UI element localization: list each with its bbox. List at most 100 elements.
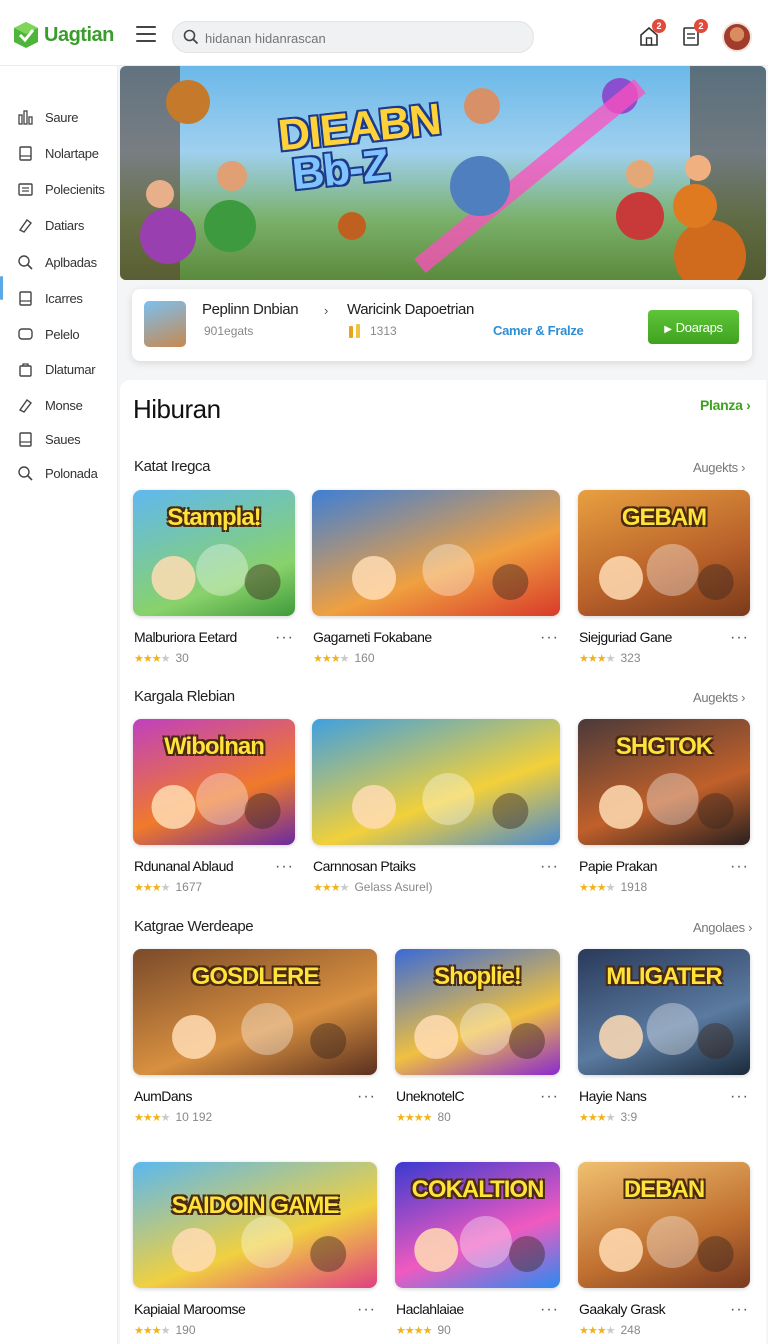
more-options-icon[interactable]: ··· xyxy=(730,629,749,647)
game-card[interactable]: Gagarneti Fokabane ··· ★★★★ 160 xyxy=(312,490,560,670)
game-thumbnail[interactable]: Wibolnan xyxy=(133,719,295,845)
game-thumbnail[interactable]: MLIGATER xyxy=(578,949,750,1075)
sidebar-item[interactable]: Datiars xyxy=(0,210,118,240)
featured-name[interactable]: Peplinn Dnbian xyxy=(202,301,299,318)
game-title[interactable]: Papie Prakan xyxy=(579,858,658,874)
game-card[interactable]: SAIDOIN GAME Kapiaial Maroomse ··· ★★★★ 190 xyxy=(133,1162,377,1342)
sidebar-item[interactable]: Pelelo xyxy=(0,319,118,349)
thumbnail-title: GEBAM xyxy=(621,504,707,531)
more-options-icon[interactable]: ··· xyxy=(540,858,559,876)
sidebar-item[interactable]: Aplbadas xyxy=(0,247,118,277)
more-options-icon[interactable]: ··· xyxy=(540,629,559,647)
featured-info-card: Peplinn Dnbian 901egats › Waricink Dapoe… xyxy=(132,289,752,361)
game-thumbnail[interactable]: GOSDLERE xyxy=(133,949,377,1075)
bag-icon xyxy=(19,363,32,377)
game-meta: ★★★★ 3:9 xyxy=(579,1110,638,1124)
game-thumbnail[interactable]: GEBAM xyxy=(578,490,750,616)
game-title[interactable]: Rdunanal Ablaud xyxy=(134,858,234,874)
category-title: Katat Iregca xyxy=(134,458,211,475)
game-thumbnail[interactable] xyxy=(312,719,560,845)
more-options-icon[interactable]: ··· xyxy=(540,1088,559,1106)
sidebar-item[interactable]: Icarres xyxy=(0,283,118,313)
top-header: Uagtian 2 2 xyxy=(0,0,768,66)
sidebar-item[interactable]: Monse xyxy=(0,390,118,420)
sidebar-item[interactable]: Nolartape xyxy=(0,138,118,168)
orders-button[interactable]: 2 xyxy=(680,19,708,47)
more-options-icon[interactable]: ··· xyxy=(275,858,294,876)
game-title[interactable]: Haclahlaiae xyxy=(396,1301,464,1317)
game-card[interactable]: Wibolnan Rdunanal Ablaud ··· ★★★★ 1677 xyxy=(133,719,295,899)
category-more-link[interactable]: Angolaes › xyxy=(693,920,752,935)
game-title[interactable]: Carnnosan Ptaiks xyxy=(313,858,416,874)
featured-link[interactable]: Camer & Fralze xyxy=(493,323,584,338)
game-meta: ★★★★ 323 xyxy=(579,651,641,665)
more-options-icon[interactable]: ··· xyxy=(730,858,749,876)
sidebar-item[interactable]: Polonada xyxy=(0,458,118,488)
notifications-button[interactable]: 2 xyxy=(638,19,666,47)
game-card[interactable]: COKALTION Haclahlaiae ··· ★★★★ 90 xyxy=(395,1162,560,1342)
game-card[interactable]: Carnnosan Ptaiks ··· ★★★★ Gelass Asurel) xyxy=(312,719,560,899)
game-title[interactable]: Malburiora Eetard xyxy=(134,629,237,645)
logo-icon[interactable] xyxy=(14,22,38,48)
game-thumbnail[interactable]: SAIDOIN GAME xyxy=(133,1162,377,1288)
game-thumbnail[interactable]: Shoplie! xyxy=(395,949,560,1075)
thumbnail-title: MLIGATER xyxy=(606,963,723,990)
game-card[interactable]: DEBAN Gaakaly Grask ··· ★★★★ 248 xyxy=(578,1162,750,1342)
sidebar-item-label: Polonada xyxy=(45,466,98,481)
more-options-icon[interactable]: ··· xyxy=(275,629,294,647)
game-meta: ★★★★ 160 xyxy=(313,651,375,665)
more-options-icon[interactable]: ··· xyxy=(730,1088,749,1106)
game-card[interactable]: MLIGATER Hayie Nans ··· ★★★★ 3:9 xyxy=(578,949,750,1129)
category-more-link[interactable]: Augekts › xyxy=(693,460,746,475)
coins-icon xyxy=(349,324,360,338)
more-options-icon[interactable]: ··· xyxy=(540,1301,559,1319)
game-title[interactable]: AumDans xyxy=(134,1088,192,1104)
chat-icon xyxy=(18,328,33,340)
game-title[interactable]: Hayie Nans xyxy=(579,1088,647,1104)
profile-thumbnail[interactable] xyxy=(144,301,186,347)
game-card[interactable]: SHGTOK Papie Prakan ··· ★★★★ 1918 xyxy=(578,719,750,899)
category-more-link[interactable]: Augekts › xyxy=(693,690,746,705)
game-thumbnail[interactable]: DEBAN xyxy=(578,1162,750,1288)
more-options-icon[interactable]: ··· xyxy=(357,1301,376,1319)
brand-name[interactable]: Uagtian xyxy=(44,24,114,47)
download-button[interactable]: ▶ Doaraps xyxy=(648,310,739,344)
game-card[interactable]: GOSDLERE AumDans ··· ★★★★ 10 192 xyxy=(133,949,377,1129)
game-title[interactable]: UneknotelC xyxy=(396,1088,465,1104)
sidebar-item-label: Saure xyxy=(45,110,79,125)
more-options-icon[interactable]: ··· xyxy=(730,1301,749,1319)
game-card[interactable]: Shoplie! UneknotelC ··· ★★★★ 80 xyxy=(395,949,560,1129)
rating-stars: ★★★★ xyxy=(134,653,170,665)
game-thumbnail[interactable]: COKALTION xyxy=(395,1162,560,1288)
game-title[interactable]: Gaakaly Grask xyxy=(579,1301,666,1317)
game-thumbnail[interactable] xyxy=(312,490,560,616)
game-title[interactable]: Kapiaial Maroomse xyxy=(134,1301,246,1317)
sidebar-item[interactable]: Saure xyxy=(0,102,118,132)
grid-icon xyxy=(18,183,33,196)
thumbnail-title: Wibolnan xyxy=(164,733,265,760)
category-title: Kargala Rlebian xyxy=(134,688,235,705)
game-card[interactable]: Stampla! Malburiora Eetard ··· ★★★★ 30 xyxy=(133,490,295,670)
hero-banner[interactable]: DIEABN Bb-Z xyxy=(120,66,766,280)
game-meta: ★★★★ 1677 xyxy=(134,880,203,894)
game-thumbnail[interactable]: Stampla! xyxy=(133,490,295,616)
game-title[interactable]: Gagarneti Fokabane xyxy=(313,629,432,645)
orders-badge: 2 xyxy=(694,19,708,33)
game-title[interactable]: Siejguriad Gane xyxy=(579,629,672,645)
sidebar-item-label: Icarres xyxy=(45,291,83,306)
menu-icon[interactable] xyxy=(136,26,156,42)
search-bar[interactable] xyxy=(172,21,534,53)
game-thumbnail[interactable]: SHGTOK xyxy=(578,719,750,845)
sidebar-item[interactable]: Saues xyxy=(0,424,118,454)
featured-name-secondary[interactable]: Waricink Dapoetrian xyxy=(347,301,474,318)
sidebar-item[interactable]: Polecienits xyxy=(0,174,118,204)
rating-stars: ★★★★ xyxy=(396,1112,432,1124)
bookmark-icon xyxy=(19,146,32,161)
search-input[interactable] xyxy=(205,28,515,48)
more-options-icon[interactable]: ··· xyxy=(357,1088,376,1106)
avatar[interactable] xyxy=(722,22,752,52)
game-card[interactable]: GEBAM Siejguriad Gane ··· ★★★★ 323 xyxy=(578,490,750,670)
sidebar: Saure Nolartape Polecienits Datiars Aplbadas… xyxy=(0,66,118,1344)
section-see-all-link[interactable]: Planza › xyxy=(700,397,751,413)
sidebar-item[interactable]: Dlatumar xyxy=(0,354,118,384)
